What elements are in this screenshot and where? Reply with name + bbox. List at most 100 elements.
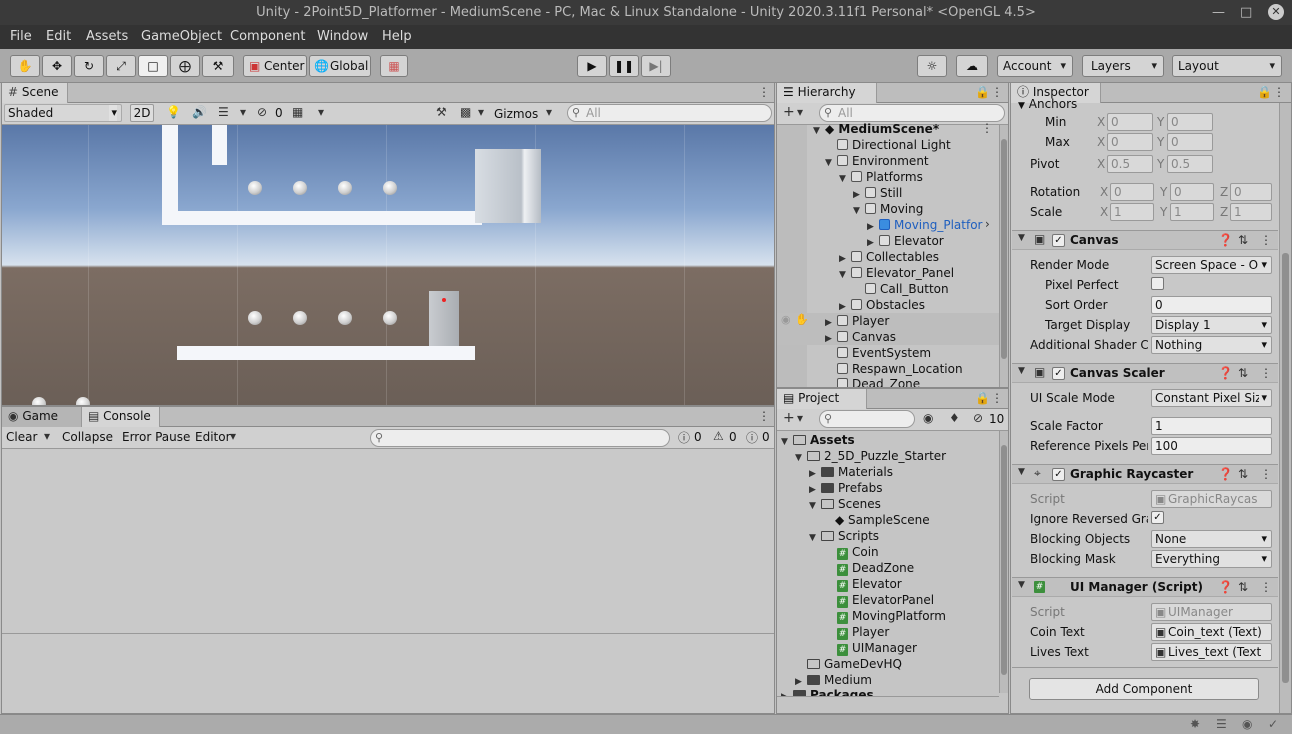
tools-icon[interactable]: ⚒	[436, 105, 447, 119]
hierarchy-item[interactable]: ▼ Environment	[825, 153, 929, 169]
panel-menu-icon[interactable]: ⋮	[758, 409, 770, 423]
play-button[interactable]: ▶	[577, 55, 607, 77]
scrollbar-thumb[interactable]	[1282, 253, 1289, 683]
hierarchy-item[interactable]: ▶ Canvas	[825, 329, 896, 345]
scrollbar-thumb[interactable]	[1001, 445, 1007, 675]
rotate-tool-icon[interactable]: ↻	[74, 55, 104, 77]
pause-button[interactable]: ❚❚	[609, 55, 639, 77]
grid-icon[interactable]: ▦	[292, 105, 303, 119]
scale-factor-field[interactable]: 1	[1151, 417, 1272, 435]
render-mode-dropdown[interactable]: Screen Space - O	[1151, 256, 1272, 274]
editor-dropdown[interactable]: Editor	[195, 430, 231, 444]
project-search-input[interactable]: ⚲	[819, 410, 915, 428]
component-menu-icon[interactable]: ⋮	[1260, 580, 1272, 594]
elevator-block[interactable]	[475, 149, 541, 223]
tab-hierarchy[interactable]: ☰ Hierarchy	[777, 83, 877, 103]
close-icon[interactable]: ✕	[1268, 4, 1284, 20]
project-folder[interactable]: GameDevHQ	[807, 656, 902, 672]
hierarchy-item[interactable]: ▶ Still	[853, 185, 902, 201]
tab-game[interactable]: ◉ Game	[2, 407, 82, 427]
coin-sphere[interactable]	[338, 181, 352, 195]
hand-tool-icon[interactable]: ✋	[10, 55, 40, 77]
scene-search-input[interactable]: ⚲ All	[567, 104, 772, 122]
coin-sphere[interactable]	[383, 311, 397, 325]
tab-scene[interactable]: # Scene	[2, 83, 68, 103]
move-tool-icon[interactable]: ✥	[42, 55, 72, 77]
menu-assets[interactable]: Assets	[86, 29, 128, 44]
hierarchy-item[interactable]: ▶ Player	[825, 313, 889, 329]
scrollbar-thumb[interactable]	[1001, 139, 1007, 359]
graphic-raycaster-enabled-checkbox[interactable]: ✓	[1052, 468, 1065, 481]
help-icon[interactable]: ❓	[1218, 233, 1233, 247]
clear-button[interactable]: Clear	[6, 430, 37, 444]
hierarchy-item[interactable]: Directional Light	[837, 137, 951, 153]
add-dropdown-icon[interactable]: ▾	[797, 411, 803, 425]
coin-sphere[interactable]	[32, 397, 46, 405]
gizmos-button[interactable]: Gizmos	[494, 107, 538, 121]
project-file[interactable]: ◆ SampleScene	[835, 512, 930, 528]
notification-icon[interactable]: ✓	[1268, 717, 1278, 731]
hidden-objects-icon[interactable]: ⊘	[257, 105, 267, 119]
filter-type-icon[interactable]: ◉	[923, 411, 933, 425]
panel-menu-icon[interactable]: ⋮	[991, 391, 1003, 405]
panel-menu-icon[interactable]: ⋮	[1273, 85, 1285, 99]
ignore-reversed-checkbox[interactable]: ✓	[1151, 511, 1164, 524]
add-component-button[interactable]: Add Component	[1029, 678, 1259, 700]
ui-manager-header[interactable]: ▼ # UI Manager (Script) ❓ ⇅ ⋮	[1012, 577, 1278, 597]
scene-root[interactable]: ▼ ◆ MediumScene*	[813, 121, 939, 137]
hierarchy-item[interactable]: Call_Button	[865, 281, 949, 297]
collab-icon[interactable]: ☼	[917, 55, 947, 77]
wall-stub[interactable]	[212, 125, 227, 165]
camera-dropdown-icon[interactable]: ▾	[478, 105, 484, 119]
lives-text-field[interactable]: ▣ Lives_text (Text	[1151, 643, 1272, 661]
anchor-min-y-field[interactable]: 0	[1167, 113, 1213, 131]
hierarchy-item[interactable]: ▶ Obstacles	[839, 297, 925, 313]
project-script[interactable]: # Player	[837, 624, 889, 640]
coin-sphere[interactable]	[338, 311, 352, 325]
project-folder[interactable]: ▼ 2_5D_Puzzle_Starter	[795, 448, 946, 464]
component-menu-icon[interactable]: ⋮	[1260, 467, 1272, 481]
pixel-perfect-checkbox[interactable]	[1151, 277, 1164, 290]
minimize-icon[interactable]: —	[1212, 0, 1225, 25]
shading-dropdown[interactable]: Shaded	[4, 104, 122, 122]
hierarchy-item-selected[interactable]: ▶ Moving_Platfor	[867, 217, 982, 233]
inspector-scrollbar[interactable]	[1279, 103, 1291, 713]
canvas-enabled-checkbox[interactable]: ✓	[1052, 234, 1065, 247]
pivot-y-field[interactable]: 0.5	[1167, 155, 1213, 173]
preset-icon[interactable]: ⇅	[1238, 233, 1248, 247]
anchor-max-x-field[interactable]: 0	[1107, 133, 1153, 151]
help-icon[interactable]: ❓	[1218, 580, 1233, 594]
wall-left[interactable]	[162, 125, 178, 225]
project-folder[interactable]: ▼ Scripts	[809, 528, 879, 544]
hierarchy-item[interactable]: ▼ Platforms	[839, 169, 923, 185]
lock-icon[interactable]: 🔒	[975, 85, 990, 99]
effects-dropdown-icon[interactable]: ▾	[240, 105, 246, 119]
menu-window[interactable]: Window	[317, 29, 368, 44]
transform-tool-icon[interactable]: ⨁	[170, 55, 200, 77]
upper-platform[interactable]	[162, 211, 482, 225]
coin-sphere[interactable]	[248, 181, 262, 195]
add-icon[interactable]: +	[783, 104, 795, 120]
call-button-marker[interactable]	[442, 298, 446, 302]
error-pause-button[interactable]: Error Pause	[122, 430, 190, 444]
rotation-y-field[interactable]: 0	[1170, 183, 1214, 201]
project-script[interactable]: # UIManager	[837, 640, 917, 656]
layout-dropdown[interactable]: Layout	[1172, 55, 1282, 77]
coin-sphere[interactable]	[383, 181, 397, 195]
add-dropdown-icon[interactable]: ▾	[797, 105, 803, 119]
menu-file[interactable]: File	[10, 29, 32, 44]
effects-icon[interactable]: ☰	[218, 105, 229, 119]
scale-z-field[interactable]: 1	[1230, 203, 1272, 221]
hierarchy-item[interactable]: ▶ Collectables	[839, 249, 939, 265]
hierarchy-item[interactable]: ▼ Elevator_Panel	[839, 265, 954, 281]
anchor-min-x-field[interactable]: 0	[1107, 113, 1153, 131]
project-folder[interactable]: ▶ Materials	[809, 464, 893, 480]
clear-dropdown-icon[interactable]: ▾	[44, 429, 50, 443]
menu-gameobject[interactable]: GameObject	[141, 29, 222, 44]
bug-icon[interactable]: ✸	[1190, 717, 1200, 731]
preset-icon[interactable]: ⇅	[1238, 467, 1248, 481]
help-icon[interactable]: ❓	[1218, 467, 1233, 481]
scene-menu-icon[interactable]: ⋮	[981, 121, 993, 135]
progress-icon[interactable]: ◉	[1242, 717, 1252, 731]
canvas-scaler-header[interactable]: ▼ ▣ ✓ Canvas Scaler ❓ ⇅ ⋮	[1012, 363, 1278, 383]
